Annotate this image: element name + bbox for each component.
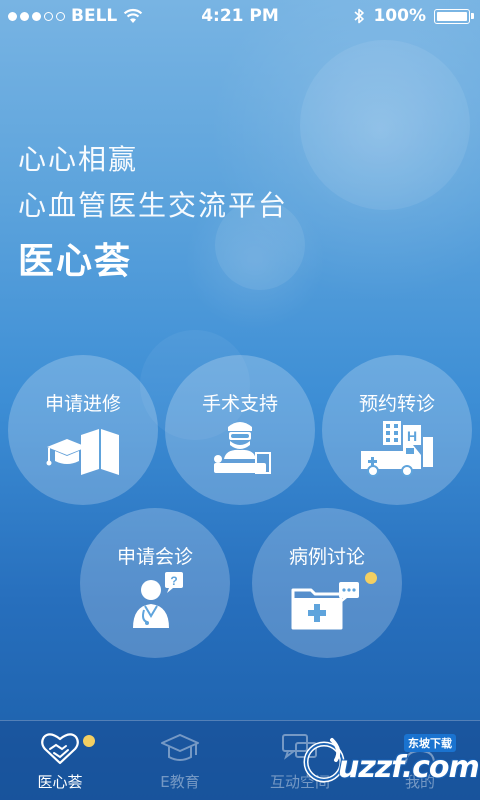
service-label: 预约转诊 [358, 393, 435, 415]
tab-e-education[interactable]: E教育 [120, 721, 240, 800]
heart-handshake-icon [41, 733, 79, 765]
referral-appointment-button[interactable]: 预约转诊 H [322, 355, 472, 505]
battery-icon [434, 8, 474, 24]
tab-yixinhui[interactable]: 医心荟 [0, 721, 120, 800]
tab-notification-badge [83, 735, 95, 747]
surgeon-operating-icon [214, 422, 271, 474]
bluetooth-icon [354, 8, 365, 24]
graduation-cap-icon [161, 734, 199, 761]
service-label: 手术支持 [201, 393, 278, 415]
watermark-text: uzzf.com [338, 750, 480, 785]
app-title: 医心荟 [18, 241, 133, 282]
hero-slogan: 心心相赢 [18, 143, 139, 176]
service-label: 申请会诊 [116, 546, 193, 568]
tab-label: E教育 [160, 773, 200, 791]
status-bar: BELL 4:21 PM 100% [0, 0, 480, 32]
graduation-books-icon [46, 429, 119, 475]
tab-label: 医心荟 [37, 773, 83, 791]
case-discussion-button[interactable]: 病例讨论 [252, 508, 402, 658]
surgery-support-button[interactable]: 手术支持 [165, 355, 315, 505]
ambulance-hospital-icon: H [361, 421, 433, 477]
apply-training-button[interactable]: 申请进修 [8, 355, 158, 505]
apply-consultation-button[interactable]: 申请会诊 ? [80, 508, 230, 658]
bokeh-decoration [300, 40, 470, 210]
svg-text:H: H [407, 428, 417, 444]
status-right: 100% [353, 6, 474, 26]
service-label: 申请进修 [44, 393, 121, 415]
site-watermark: uzzf.com 东坡下载 [302, 728, 480, 794]
doctor-question-icon: ? [133, 572, 183, 628]
medical-folder-chat-icon [291, 582, 359, 630]
hero-subtitle: 心血管医生交流平台 [18, 189, 289, 222]
app-screen: BELL 4:21 PM 100% 心心相赢 心血管医生交流平台 医心荟 申请进… [0, 0, 480, 800]
battery-percent: 100% [373, 6, 426, 26]
service-label: 病例讨论 [288, 546, 365, 568]
watermark-tag: 东坡下载 [404, 734, 456, 752]
case-discussion-badge [365, 572, 377, 584]
svg-text:?: ? [170, 574, 177, 588]
